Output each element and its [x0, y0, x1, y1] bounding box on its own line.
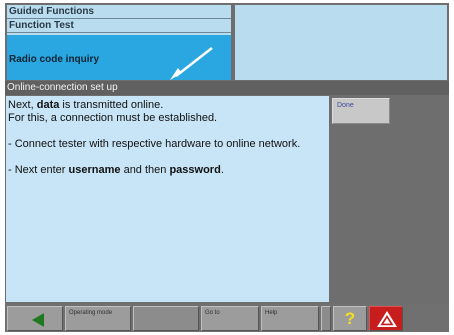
instruction-connect-tester: - Connect tester with respective hardwar… — [8, 138, 301, 150]
instruction-enter-credentials: - Next enter username and then password. — [8, 164, 327, 177]
instruction-panel: Next, data is transmitted online. For th… — [6, 96, 329, 302]
toolbar-empty-slot — [133, 306, 199, 331]
breadcrumb-item-function-test[interactable]: Function Test — [7, 19, 231, 33]
breadcrumb-item-radio-code-inquiry[interactable]: Radio code inquiry — [7, 35, 231, 80]
breadcrumb: Guided Functions Function Test Radio cod… — [7, 5, 231, 80]
help-button[interactable]: Help — [261, 306, 319, 331]
section-title: Online-connection set up — [5, 81, 449, 95]
instruction-line-2: For this, a connection must be establish… — [8, 112, 218, 124]
diagnostic-screen: Guided Functions Function Test Radio cod… — [5, 3, 449, 332]
text-segment: and then — [120, 164, 170, 176]
text-segment: - Next enter — [8, 164, 69, 176]
question-mark-icon[interactable]: ? — [333, 306, 367, 331]
warning-triangle-icon — [377, 311, 397, 327]
instruction-line-1: Next, data is transmitted online. — [8, 99, 327, 112]
operating-mode-button[interactable]: Operating mode — [65, 306, 131, 331]
done-button[interactable]: Done — [332, 98, 390, 124]
text-segment: Next, — [8, 99, 37, 111]
back-arrow-icon — [32, 313, 44, 327]
text-bold-username: username — [68, 164, 121, 176]
info-panel — [235, 5, 447, 80]
text-segment: is transmitted online. — [59, 99, 164, 111]
back-button[interactable] — [7, 306, 63, 331]
warning-button[interactable] — [369, 306, 403, 331]
toolbar-spacer — [321, 306, 331, 331]
bottom-toolbar: Operating mode Go to Help ? — [5, 304, 449, 332]
goto-button[interactable]: Go to — [201, 306, 259, 331]
text-bold-data: data — [36, 99, 60, 111]
text-bold-password: password — [169, 164, 221, 176]
text-segment: . — [220, 164, 224, 176]
breadcrumb-item-guided-functions[interactable]: Guided Functions — [7, 5, 231, 19]
